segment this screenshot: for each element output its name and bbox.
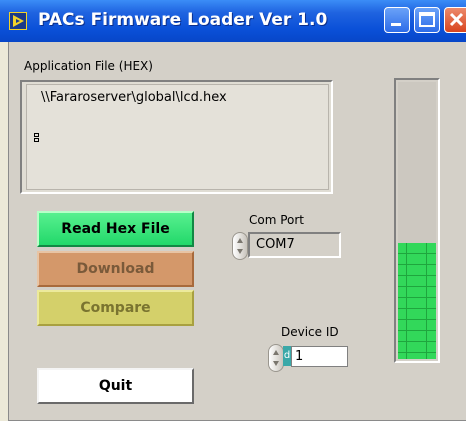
read-hex-file-button[interactable]: Read Hex File — [37, 211, 194, 247]
application-file-label: Application File (HEX) — [24, 59, 153, 73]
compare-button[interactable]: Compare — [37, 290, 194, 326]
text-cursor-icon — [34, 133, 39, 142]
progress-fill — [398, 243, 436, 359]
quit-button[interactable]: Quit — [37, 368, 194, 404]
com-port-field[interactable]: COM7 — [248, 232, 341, 258]
minimize-button[interactable] — [384, 7, 410, 33]
device-id-label: Device ID — [281, 325, 339, 339]
maximize-icon — [419, 12, 435, 27]
com-port-label: Com Port — [249, 213, 305, 227]
device-id-stepper[interactable] — [268, 344, 284, 372]
download-button[interactable]: Download — [37, 251, 194, 287]
maximize-button[interactable] — [414, 7, 440, 33]
application-file-path-text: \\Fararoserver\global\lcd.hex — [41, 90, 227, 105]
app-icon[interactable] — [9, 12, 27, 30]
device-id-radix[interactable]: d — [283, 346, 291, 366]
com-port-stepper[interactable] — [232, 232, 248, 260]
spin-arrows-icon — [273, 350, 279, 366]
application-file-path-inner: \\Fararoserver\global\lcd.hex — [26, 84, 329, 190]
window-title: PACs Firmware Loader Ver 1.0 — [38, 10, 328, 30]
spin-arrows-icon — [237, 238, 243, 254]
close-button[interactable] — [444, 7, 466, 33]
close-icon — [449, 12, 464, 27]
device-id-field[interactable]: 1 — [291, 346, 348, 367]
title-bar[interactable]: PACs Firmware Loader Ver 1.0 — [0, 0, 466, 42]
application-file-path-field[interactable]: \\Fararoserver\global\lcd.hex — [20, 80, 333, 194]
minimize-icon — [391, 23, 401, 26]
